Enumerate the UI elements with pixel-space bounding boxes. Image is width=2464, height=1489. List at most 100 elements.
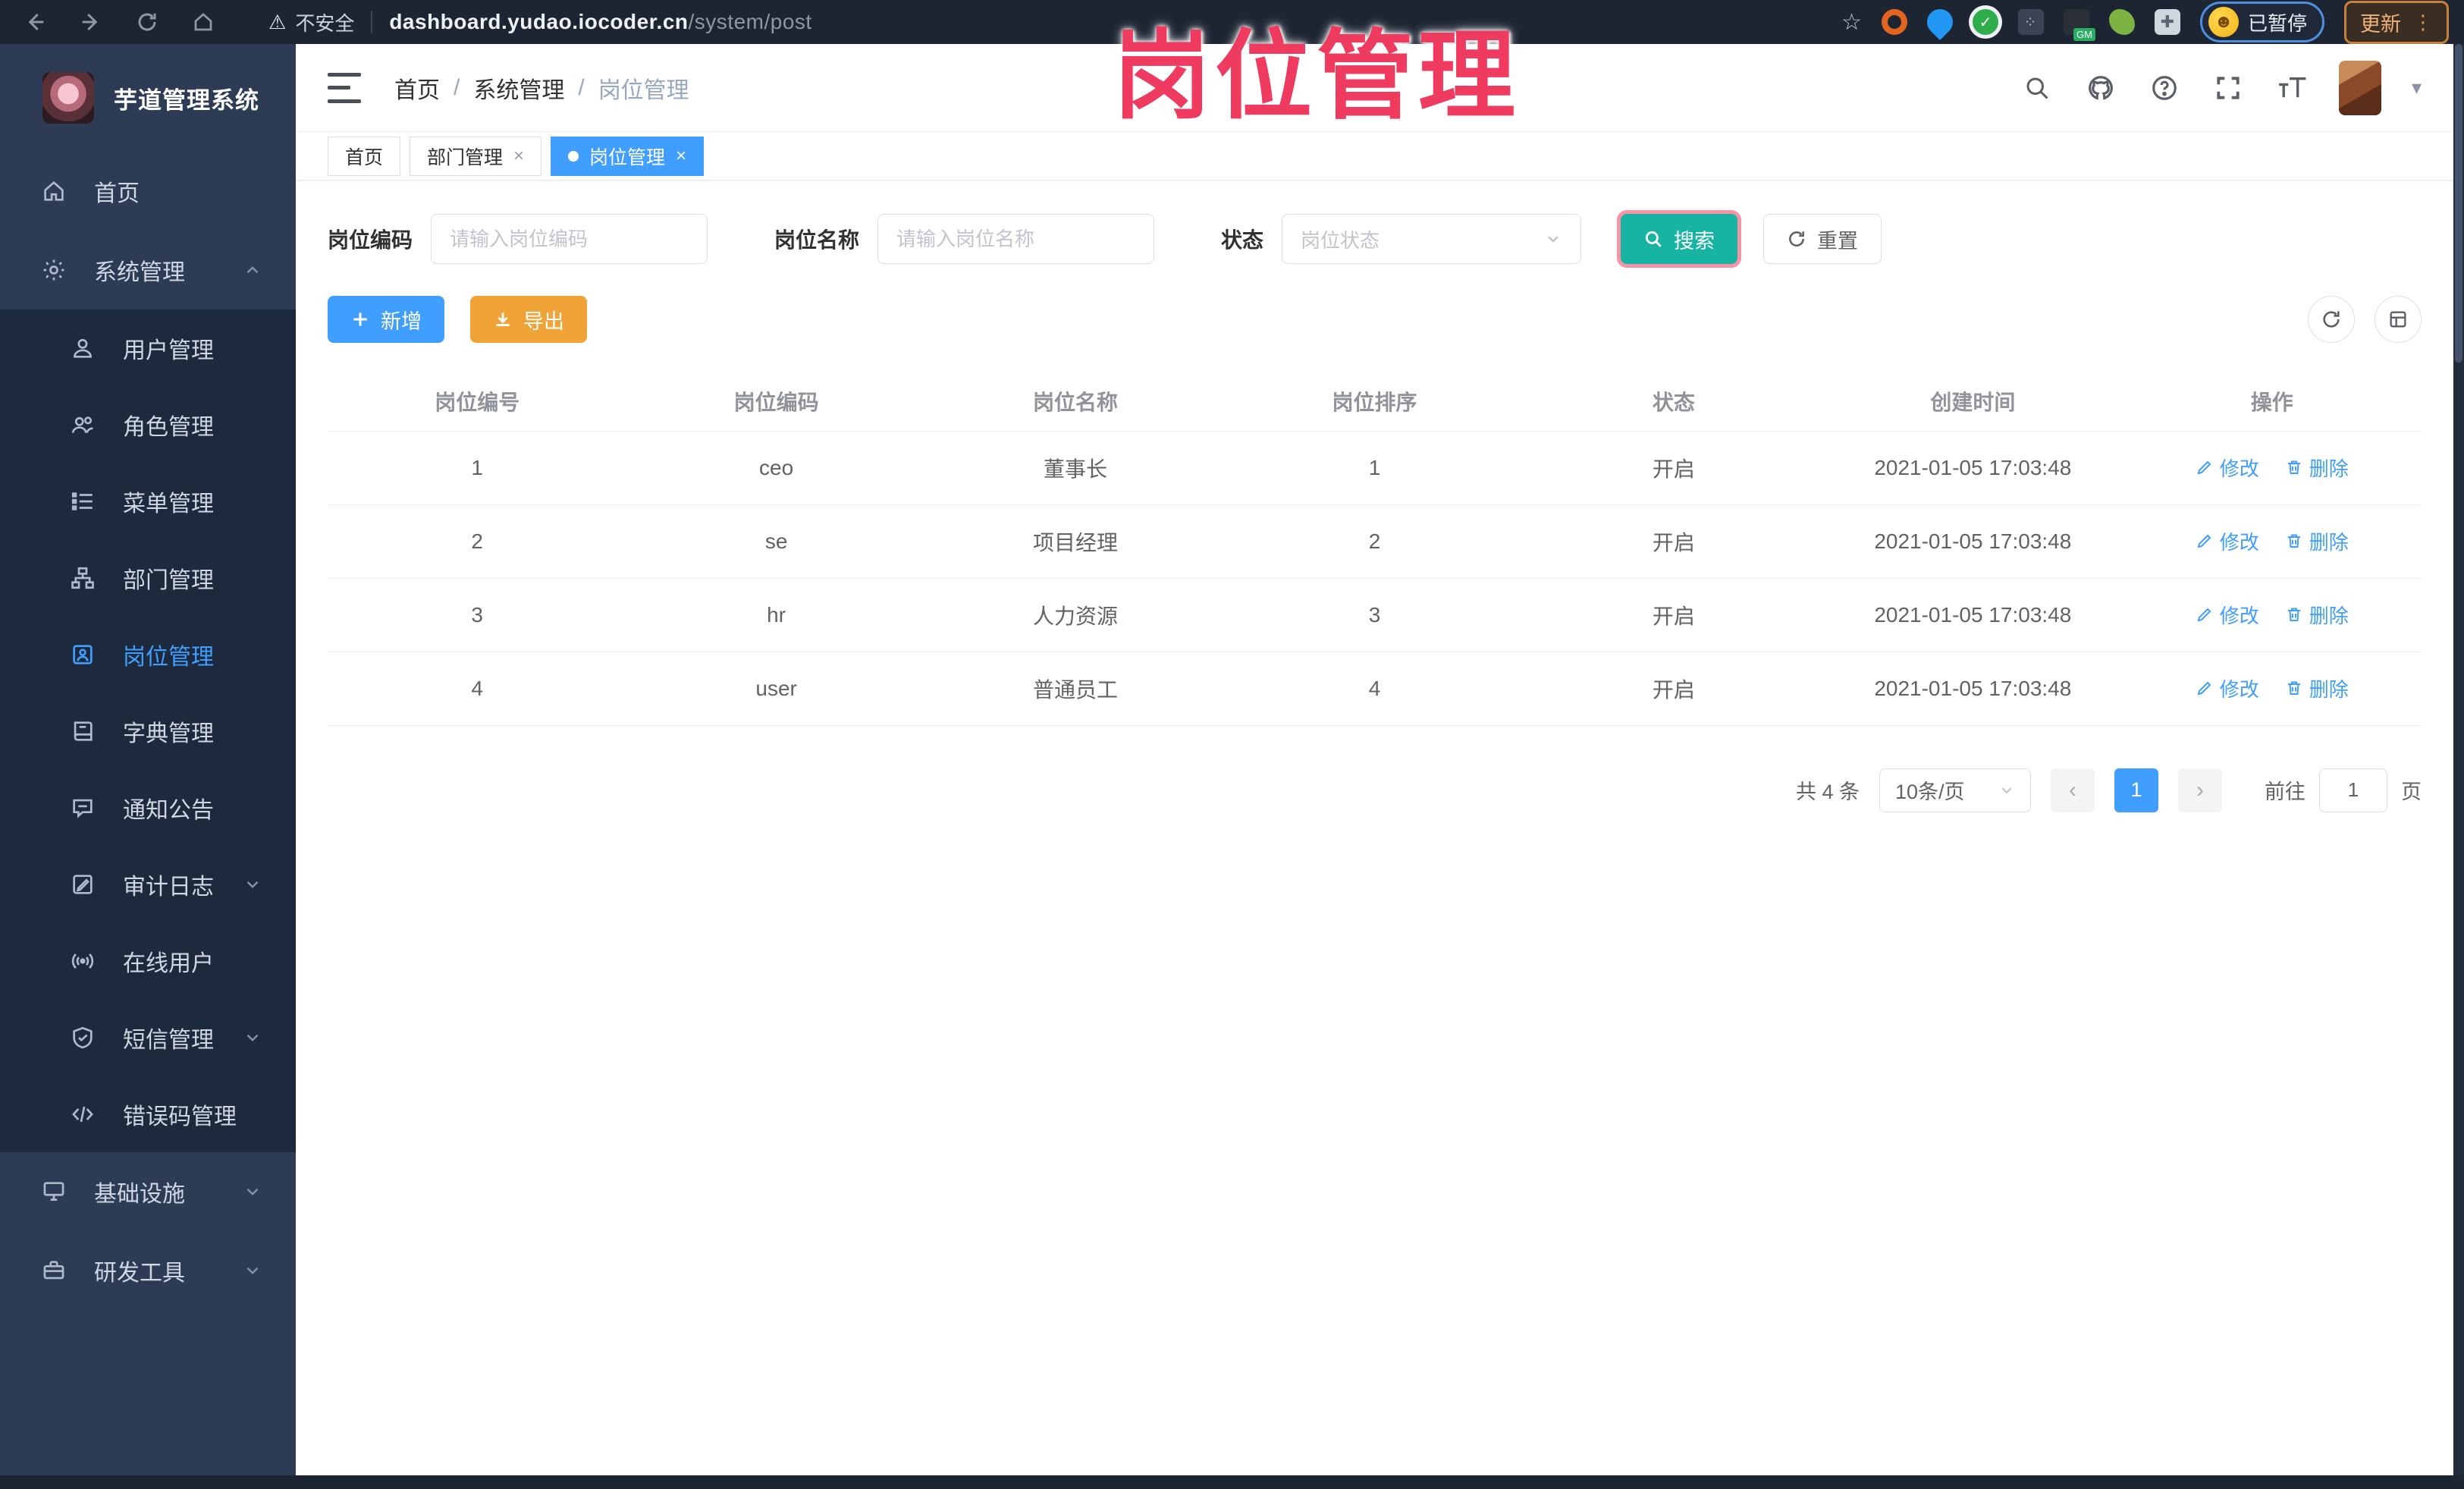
extensions-puzzle-icon[interactable]: ✚: [2154, 9, 2180, 35]
browser-update-button[interactable]: 更新 ⋮: [2344, 0, 2449, 44]
delete-link[interactable]: 删除: [2285, 454, 2349, 482]
sidebar-item-在线用户[interactable]: 在线用户: [0, 922, 296, 999]
page-scrollbar[interactable]: [2453, 44, 2464, 1489]
tab-部门管理[interactable]: 部门管理 ×: [410, 136, 542, 176]
breadcrumb-system[interactable]: 系统管理: [473, 71, 564, 105]
sidebar-item-通知公告[interactable]: 通知公告: [0, 769, 296, 846]
cell-post-name: 董事长: [925, 431, 1226, 505]
cell-post-sort: 1: [1225, 431, 1524, 505]
book-icon: [68, 717, 97, 746]
page-suffix: 页: [2401, 781, 2422, 803]
search-button[interactable]: 搜索: [1621, 214, 1738, 264]
extension-gm-icon[interactable]: [2063, 9, 2095, 41]
edit-link[interactable]: 修改: [2196, 674, 2259, 702]
github-icon[interactable]: [2084, 71, 2117, 105]
user-avatar[interactable]: [2338, 60, 2381, 115]
cell-post-sort: 2: [1225, 504, 1524, 579]
home-icon[interactable]: [190, 8, 217, 36]
export-button[interactable]: 导出: [470, 296, 587, 343]
sidebar-item-错误码管理[interactable]: 错误码管理: [0, 1076, 296, 1152]
table-row: 3 hr 人力资源 3 开启 2021-01-05 17:03:48 修改 删除: [328, 578, 2422, 652]
site-security[interactable]: ⚠ 不安全: [268, 8, 354, 36]
post-name-input[interactable]: [877, 214, 1155, 264]
shield-icon: [68, 1023, 97, 1052]
tab-label: 部门管理: [427, 146, 504, 168]
goto-page-input[interactable]: [2319, 768, 2387, 812]
back-icon[interactable]: [21, 8, 49, 36]
paused-label: 已暂停: [2247, 11, 2307, 35]
sidebar-item-基础设施[interactable]: 基础设施: [0, 1152, 296, 1231]
sidebar-item-短信管理[interactable]: 短信管理: [0, 999, 296, 1076]
cell-post-sort: 4: [1225, 652, 1524, 726]
table-row: 2 se 项目经理 2 开启 2021-01-05 17:03:48 修改 删除: [328, 504, 2422, 579]
fullscreen-icon[interactable]: [2211, 71, 2245, 105]
edit-link[interactable]: 修改: [2196, 601, 2259, 629]
app-logo[interactable]: 芋道管理系统: [0, 44, 296, 152]
collapse-sidebar-icon[interactable]: [328, 72, 361, 103]
extension-grid-icon[interactable]: ⁘: [2017, 9, 2044, 35]
extension-check-icon[interactable]: ✓: [1972, 9, 1998, 35]
page-1-button[interactable]: 1: [2114, 768, 2158, 812]
users-icon: [68, 410, 97, 439]
page-size-select[interactable]: 10条/页: [1879, 768, 2031, 812]
refresh-table-icon[interactable]: [2308, 296, 2355, 343]
scrollbar-thumb[interactable]: [2455, 44, 2462, 363]
profile-paused-badge[interactable]: ☻ 已暂停: [2199, 2, 2324, 42]
forward-icon[interactable]: [77, 8, 105, 36]
delete-link[interactable]: 删除: [2285, 527, 2349, 555]
pagination: 共 4 条 10条/页 ‹ 1 › 前往 页: [328, 768, 2422, 812]
bookmark-star-icon[interactable]: ☆: [1841, 9, 1862, 36]
sidebar-item-首页[interactable]: 首页: [0, 152, 296, 231]
edit-icon: [2196, 679, 2214, 697]
prev-page-button[interactable]: ‹: [2051, 768, 2095, 812]
app-title: 芋道管理系统: [114, 86, 259, 114]
sidebar-item-研发工具[interactable]: 研发工具: [0, 1231, 296, 1310]
reset-button[interactable]: 重置: [1763, 214, 1882, 264]
add-button[interactable]: 新增: [328, 296, 444, 343]
edit-icon: [2196, 532, 2214, 550]
sidebar-item-用户管理[interactable]: 用户管理: [0, 309, 296, 386]
tab-岗位管理[interactable]: 岗位管理 ×: [551, 136, 705, 176]
status-select[interactable]: 岗位状态: [1282, 214, 1582, 264]
extension-orange-icon[interactable]: [1881, 9, 1907, 35]
sidebar-item-系统管理[interactable]: 系统管理: [0, 231, 296, 309]
close-tab-icon[interactable]: ×: [513, 146, 524, 167]
extension-leaf-icon[interactable]: [2108, 9, 2135, 35]
sidebar-item-部门管理[interactable]: 部门管理: [0, 539, 296, 616]
reload-icon[interactable]: [133, 8, 161, 36]
infra-icon: [39, 1177, 68, 1206]
column-settings-icon[interactable]: [2375, 296, 2422, 343]
sitemap-icon: [68, 564, 97, 592]
security-label: 不安全: [295, 11, 355, 35]
next-page-button[interactable]: ›: [2178, 768, 2222, 812]
sidebar-item-字典管理[interactable]: 字典管理: [0, 693, 296, 769]
sidebar-item-label: 部门管理: [123, 567, 214, 593]
tab-首页[interactable]: 首页: [328, 136, 401, 176]
column-header: 岗位编号: [328, 372, 627, 432]
breadcrumb-home[interactable]: 首页: [394, 71, 440, 105]
sidebar-item-岗位管理[interactable]: 岗位管理: [0, 616, 296, 693]
delete-link[interactable]: 删除: [2285, 601, 2349, 629]
badge-icon: [68, 640, 97, 669]
sidebar-item-label: 角色管理: [123, 414, 214, 440]
sidebar-item-菜单管理[interactable]: 菜单管理: [0, 463, 296, 539]
sidebar-item-角色管理[interactable]: 角色管理: [0, 386, 296, 463]
extension-pin-icon[interactable]: [1921, 3, 1959, 41]
search-icon[interactable]: [2020, 71, 2054, 105]
help-icon[interactable]: [2148, 71, 2181, 105]
cell-post-code: ceo: [626, 431, 926, 505]
kebab-menu-icon[interactable]: ⋮: [2413, 11, 2433, 34]
delete-link[interactable]: 删除: [2285, 674, 2349, 702]
address-bar[interactable]: dashboard.yudao.iocoder.cn/system/post: [389, 10, 811, 34]
chevron-down-icon[interactable]: ▾: [2412, 76, 2422, 99]
font-size-icon[interactable]: [2275, 71, 2309, 105]
url-path: /system/post: [688, 10, 812, 33]
sidebar-item-label: 用户管理: [123, 338, 214, 363]
edit-link[interactable]: 修改: [2196, 527, 2259, 555]
delete-icon: [2285, 532, 2303, 550]
edit-link[interactable]: 修改: [2196, 454, 2259, 482]
post-code-input[interactable]: [431, 214, 708, 264]
close-tab-icon[interactable]: ×: [676, 146, 686, 167]
sidebar-item-审计日志[interactable]: 审计日志: [0, 846, 296, 922]
chevron-down-icon: [243, 1261, 262, 1280]
